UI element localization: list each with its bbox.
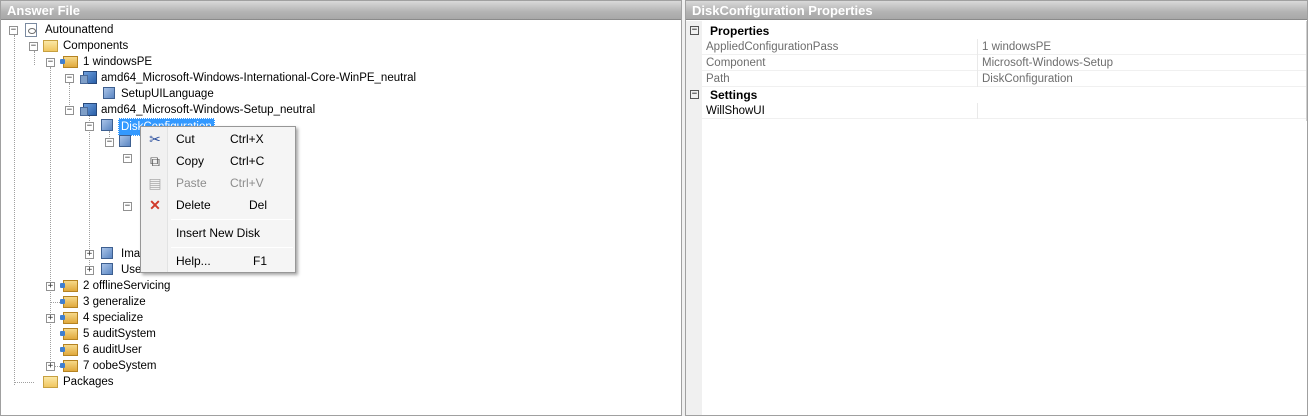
configuration-pass-icon	[60, 312, 78, 324]
tree-node-international-core[interactable]: − amd64_Microsoft-Windows-International-…	[1, 70, 421, 86]
collapse-icon[interactable]: −	[690, 26, 699, 35]
component-icon	[80, 103, 97, 116]
configuration-pass-icon	[60, 280, 78, 292]
property-group-settings[interactable]: − Settings	[686, 87, 1307, 103]
expand-icon[interactable]: +	[46, 282, 55, 291]
properties-header: DiskConfiguration Properties	[686, 1, 1307, 20]
disk-setting-icon	[119, 135, 131, 147]
tree-node-setup-neutral[interactable]: − amd64_Microsoft-Windows-Setup_neutral	[1, 102, 321, 118]
menu-item-insert-new-disk[interactable]: Insert New Disk	[143, 222, 293, 244]
configuration-pass-icon	[60, 360, 78, 372]
tree-node-pass-5-auditsystem[interactable]: 5 auditSystem	[1, 326, 201, 342]
menu-item-delete[interactable]: ✕ Delete Del	[143, 194, 293, 216]
property-row-willshowui[interactable]: WillShowUI	[686, 103, 1307, 119]
collapse-icon[interactable]: −	[9, 26, 18, 35]
tree-node-autounattend[interactable]: − Autounattend	[1, 22, 201, 38]
expand-icon[interactable]: +	[85, 266, 94, 275]
property-group-properties[interactable]: − Properties	[686, 23, 1307, 39]
expand-icon[interactable]: +	[85, 250, 94, 259]
configuration-pass-icon	[60, 296, 78, 308]
menu-item-help[interactable]: Help... F1	[143, 250, 293, 272]
collapse-icon[interactable]: −	[29, 42, 38, 51]
tree-node-pass-3-generalize[interactable]: 3 generalize	[1, 294, 201, 310]
setting-icon	[101, 119, 113, 131]
collapse-icon[interactable]: −	[85, 122, 94, 131]
tree-node-setupuilanguage[interactable]: SetupUILanguage	[1, 86, 261, 102]
folder-icon	[43, 40, 58, 52]
pane-divider	[1306, 21, 1307, 121]
properties-pane: DiskConfiguration Properties − Propertie…	[685, 0, 1308, 416]
tree-node-modify-partitions[interactable]: −	[1, 198, 141, 214]
tree-node-disk[interactable]: −	[1, 134, 141, 150]
menu-item-copy[interactable]: ⧉ Copy Ctrl+C	[143, 150, 293, 172]
tree-node-components[interactable]: − Components	[1, 38, 201, 54]
tree-node-pass-2-offlineservicing[interactable]: + 2 offlineServicing	[1, 278, 201, 294]
collapse-icon[interactable]: −	[65, 106, 74, 115]
tree-node-user-data[interactable]: + User	[1, 262, 161, 278]
copy-icon: ⧉	[150, 153, 160, 169]
setting-icon	[103, 87, 115, 99]
collapse-icon[interactable]: −	[690, 90, 699, 99]
tree-node-pass-6-audituser[interactable]: 6 auditUser	[1, 342, 201, 358]
menu-separator	[171, 219, 293, 220]
tree-node-packages[interactable]: Packages	[1, 374, 201, 390]
paste-icon: ▤	[148, 175, 162, 191]
expand-icon[interactable]: +	[46, 314, 55, 323]
scissors-icon: ✂	[149, 131, 161, 147]
configuration-pass-icon	[60, 56, 78, 68]
setting-icon	[101, 263, 113, 275]
component-icon	[80, 71, 97, 84]
collapse-icon[interactable]: −	[46, 58, 55, 67]
tree-node-pass-7-oobesystem[interactable]: + 7 oobeSystem	[1, 358, 201, 374]
answer-file-pane: Answer File − Autounattend − Components …	[0, 0, 682, 416]
collapse-icon[interactable]: −	[123, 202, 132, 211]
collapse-icon[interactable]: −	[105, 138, 114, 147]
answer-file-header: Answer File	[1, 1, 681, 20]
menu-item-cut[interactable]: ✂ Cut Ctrl+X	[143, 128, 293, 150]
menu-item-paste[interactable]: ▤ Paste Ctrl+V	[143, 172, 293, 194]
answer-file-icon	[25, 23, 37, 37]
tree-node-create-partitions[interactable]: −	[1, 150, 141, 166]
tree-node-image-install[interactable]: + Imag	[1, 246, 161, 262]
delete-icon: ✕	[149, 197, 161, 213]
collapse-icon[interactable]: −	[123, 154, 132, 163]
property-row-component[interactable]: Component Microsoft-Windows-Setup	[686, 55, 1307, 71]
expand-icon[interactable]: +	[46, 362, 55, 371]
property-row-appliedconfigurationpass[interactable]: AppliedConfigurationPass 1 windowsPE	[686, 39, 1307, 55]
tree-node-pass-4-specialize[interactable]: + 4 specialize	[1, 310, 201, 326]
answer-file-tree[interactable]: − Autounattend − Components − 1 windowsP…	[1, 21, 681, 415]
menu-separator	[171, 247, 293, 248]
context-menu: ✂ Cut Ctrl+X ⧉ Copy Ctrl+C ▤ Paste Ctrl+…	[140, 126, 296, 273]
configuration-pass-icon	[60, 344, 78, 356]
configuration-pass-icon	[60, 328, 78, 340]
property-row-path[interactable]: Path DiskConfiguration	[686, 71, 1307, 87]
folder-icon	[43, 376, 58, 388]
tree-node-pass-1-windowspe[interactable]: − 1 windowsPE	[1, 54, 201, 70]
collapse-icon[interactable]: −	[65, 74, 74, 83]
setting-icon	[101, 247, 113, 259]
